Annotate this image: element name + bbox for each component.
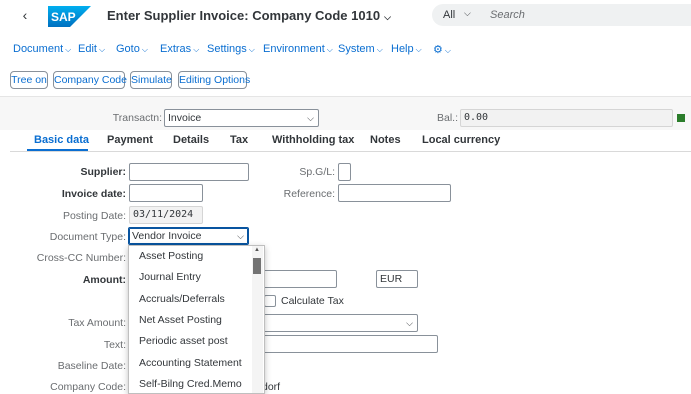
invoice-date-label: Invoice date: — [61, 188, 126, 200]
transaction-label: Transactn: — [112, 112, 162, 124]
cross-cc-label: Cross-CC Number: — [36, 252, 126, 264]
dropdown-option[interactable]: Net Asset Posting — [139, 314, 222, 326]
dropdown-option[interactable]: Accruals/Deferrals — [139, 293, 225, 305]
balance-label: Bal.: — [436, 112, 458, 124]
reference-label: Reference: — [283, 188, 335, 200]
tab-withholding-tax[interactable]: Withholding tax — [272, 134, 354, 146]
tab-notes[interactable]: Notes — [370, 134, 401, 146]
document-type-label: Document Type: — [49, 231, 126, 243]
tab-tax[interactable]: Tax — [230, 134, 248, 146]
simulate-button[interactable]: Simulate — [130, 71, 172, 89]
active-tab-indicator — [27, 149, 88, 151]
menu-settings[interactable]: Settings ⌵ — [207, 43, 255, 55]
supplier-label: Supplier: — [80, 166, 126, 178]
dropdown-option[interactable]: Accounting Statement — [139, 357, 242, 369]
svg-text:SAP: SAP — [51, 10, 76, 24]
menu-environment[interactable]: Environment ⌵ — [263, 43, 333, 55]
tab-local-currency[interactable]: Local currency — [422, 134, 500, 146]
menu-edit[interactable]: Edit ⌵ — [78, 43, 105, 55]
chevron-down-icon: ⌵ — [307, 113, 314, 123]
menu-system[interactable]: System ⌵ — [338, 43, 383, 55]
dropdown-option[interactable]: Asset Posting — [139, 250, 203, 262]
amount-input[interactable] — [262, 270, 337, 288]
menu-extras[interactable]: Extras ⌵ — [160, 43, 199, 55]
chevron-down-icon[interactable]: ⌵ — [464, 8, 471, 19]
document-type-dropdown[interactable]: Asset Posting Journal Entry Accruals/Def… — [128, 245, 265, 394]
tax-code-select[interactable]: ⌵ — [262, 314, 418, 332]
menu-help[interactable]: Help ⌵ — [391, 43, 422, 55]
calculate-tax-label: Calculate Tax — [281, 295, 344, 307]
reference-input[interactable] — [338, 184, 451, 202]
spgl-input[interactable] — [338, 163, 351, 181]
text-label: Text: — [103, 339, 126, 351]
supplier-input[interactable] — [129, 163, 249, 181]
menu-goto[interactable]: Goto ⌵ — [116, 43, 148, 55]
search-scope[interactable]: All — [443, 9, 455, 21]
baseline-date-label: Baseline Date: — [57, 360, 126, 372]
app-title[interactable]: Enter Supplier Invoice: Company Code 101… — [107, 8, 391, 23]
text-input[interactable] — [262, 335, 438, 353]
chevron-down-icon: ⌵ — [237, 231, 244, 241]
back-icon[interactable]: ‹ — [17, 6, 33, 24]
status-indicator — [677, 114, 685, 122]
tab-divider — [10, 151, 691, 152]
tab-payment[interactable]: Payment — [107, 134, 153, 146]
dropdown-option[interactable]: Self-Bilng Cred.Memo — [139, 378, 242, 390]
chevron-down-icon: ⌵ — [406, 318, 413, 328]
dropdown-option[interactable]: Periodic asset post — [139, 335, 228, 347]
calculate-tax-checkbox[interactable] — [264, 295, 276, 307]
company-code-label: Company Code: — [50, 381, 126, 393]
scroll-up-icon[interactable]: ▲ — [254, 247, 260, 253]
invoice-date-input[interactable] — [129, 184, 203, 202]
dropdown-option[interactable]: Journal Entry — [139, 271, 201, 283]
dropdown-scrollbar[interactable]: ▲ — [252, 246, 263, 393]
balance-field: 0.00 — [460, 109, 673, 127]
scrollbar-thumb[interactable] — [253, 258, 261, 274]
chevron-down-icon: ⌵ — [384, 12, 391, 22]
document-type-select[interactable]: Vendor Invoice ⌵ — [128, 227, 249, 245]
spgl-label: Sp.G/L: — [299, 166, 335, 178]
tab-basic-data[interactable]: Basic data — [34, 134, 89, 146]
menu-document[interactable]: Document ⌵ — [13, 43, 71, 55]
tax-amount-label: Tax Amount: — [68, 317, 126, 329]
tab-details[interactable]: Details — [173, 134, 209, 146]
posting-date-label: Posting Date: — [62, 210, 126, 222]
currency-input[interactable]: EUR — [376, 270, 418, 288]
transaction-select[interactable]: Invoice ⌵ — [164, 109, 319, 127]
amount-label: Amount: — [82, 274, 126, 286]
editing-options-button[interactable]: Editing Options — [178, 71, 250, 89]
company-code-button[interactable]: Company Code — [53, 71, 127, 89]
posting-date-input[interactable]: 03/11/2024 — [129, 206, 203, 224]
sap-logo[interactable]: SAP — [48, 6, 91, 27]
tree-on-button[interactable]: Tree on — [10, 71, 48, 89]
gear-icon[interactable]: ⚙ ⌵ — [433, 43, 451, 56]
search-input[interactable]: Search — [490, 9, 525, 21]
